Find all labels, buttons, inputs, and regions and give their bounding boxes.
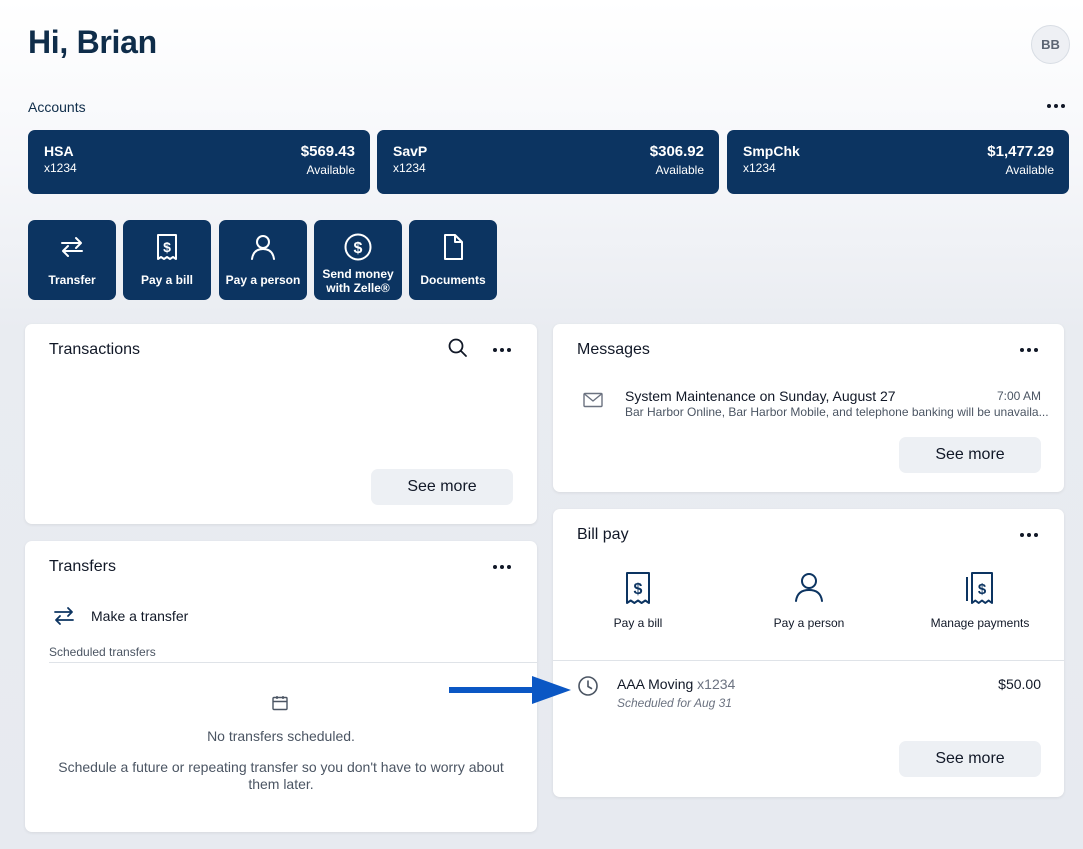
bill-pay-action-pay-person[interactable]: Pay a person (759, 571, 859, 633)
bill-pay-title: Bill pay (577, 526, 629, 543)
transfer-icon (61, 237, 83, 257)
account-balance-label: Available (306, 163, 355, 177)
quick-action-transfer[interactable]: Transfer (28, 220, 116, 300)
accounts-more-icon[interactable] (1047, 104, 1065, 108)
account-card-savp[interactable]: SavP x1234 $306.92 Available (377, 130, 719, 194)
no-transfers-title: No transfers scheduled. (207, 728, 355, 744)
quick-action-zelle[interactable]: $ Send money with Zelle® (314, 220, 402, 300)
bill-pay-see-more-button[interactable]: See more (899, 741, 1041, 777)
no-transfers-body: Schedule a future or repeating transfer … (58, 759, 504, 792)
message-item[interactable]: System Maintenance on Sunday, August 27 … (577, 386, 1049, 422)
greeting-heading: Hi, Brian (28, 24, 157, 60)
account-balance: $306.92 (649, 143, 704, 160)
account-number: x1234 (44, 161, 77, 175)
person-icon (251, 235, 275, 260)
bill-pay-action-manage-payments[interactable]: $ Manage payments (920, 571, 1040, 633)
messages-panel: Messages System Maintenance on Sunday, A… (553, 324, 1064, 492)
account-balance: $569.43 (300, 143, 355, 160)
message-time: 7:00 AM (996, 389, 1041, 403)
account-card-hsa[interactable]: HSA x1234 $569.43 Available (28, 130, 370, 194)
make-transfer-link[interactable]: Make a transfer (49, 603, 299, 629)
account-number: x1234 (393, 161, 426, 175)
person-icon (795, 573, 823, 602)
document-icon (444, 234, 463, 260)
make-transfer-label: Make a transfer (91, 608, 189, 624)
calendar-icon (272, 696, 288, 711)
payment-payee: AAA Moving (617, 676, 694, 692)
bill-pay-more-icon[interactable] (1020, 533, 1038, 537)
account-balance-label: Available (655, 163, 704, 177)
account-balance-label: Available (1005, 163, 1054, 177)
accounts-title: Accounts (28, 99, 86, 115)
svg-text:$: $ (354, 240, 363, 257)
quick-action-pay-bill[interactable]: $ Pay a bill (123, 220, 211, 300)
message-preview: Bar Harbor Online, Bar Harbor Mobile, an… (625, 405, 1049, 419)
divider (49, 662, 537, 663)
annotation-arrow-icon (449, 676, 571, 704)
quick-action-label: Transfer (48, 273, 96, 287)
payment-amount: $50.00 (998, 676, 1041, 692)
transfers-more-icon[interactable] (493, 565, 511, 569)
svg-text:$: $ (978, 581, 987, 598)
payment-status: Scheduled for Aug 31 (617, 696, 732, 710)
messages-title: Messages (577, 341, 650, 358)
payment-account: x1234 (697, 676, 736, 692)
svg-text:$: $ (634, 581, 643, 598)
messages-see-more-button[interactable]: See more (899, 437, 1041, 473)
bill-icon: $ (626, 572, 650, 604)
scheduled-transfers-label: Scheduled transfers (49, 645, 156, 659)
account-number: x1234 (743, 161, 776, 175)
manage-payments-icon: $ (966, 572, 993, 604)
transactions-more-icon[interactable] (493, 348, 511, 352)
bill-pay-panel: Bill pay $ Pay a bill Pay a person $ Man… (553, 509, 1064, 797)
clock-icon (578, 676, 598, 696)
transactions-see-more-button[interactable]: See more (371, 469, 513, 505)
svg-text:$: $ (163, 239, 171, 255)
dollar-circle-icon: $ (344, 233, 372, 261)
account-name: SavP (393, 143, 428, 159)
bill-pay-action-label: Manage payments (930, 616, 1030, 630)
bill-pay-action-label: Pay a bill (613, 616, 663, 630)
account-balance: $1,477.29 (987, 143, 1054, 160)
quick-action-documents[interactable]: Documents (409, 220, 497, 300)
bill-pay-action-label: Pay a person (773, 616, 845, 630)
scheduled-payment-row[interactable]: AAA Moving x1234 Scheduled for Aug 31 $5… (577, 673, 1043, 713)
quick-action-pay-person[interactable]: Pay a person (219, 220, 307, 300)
search-icon[interactable] (448, 338, 468, 358)
bill-pay-action-pay-bill[interactable]: $ Pay a bill (588, 571, 688, 633)
account-name: HSA (44, 143, 74, 159)
account-name: SmpChk (743, 143, 800, 159)
quick-action-label: Send money with Zelle® (322, 267, 394, 295)
transactions-title: Transactions (49, 341, 140, 358)
account-card-smpchk[interactable]: SmpChk x1234 $1,477.29 Available (727, 130, 1069, 194)
user-avatar[interactable]: BB (1031, 25, 1070, 64)
bill-icon: $ (157, 234, 177, 260)
quick-action-label: Pay a bill (140, 273, 194, 287)
quick-action-label: Pay a person (225, 273, 301, 287)
messages-more-icon[interactable] (1020, 348, 1038, 352)
envelope-icon (583, 392, 603, 408)
divider (553, 660, 1064, 661)
message-subject: System Maintenance on Sunday, August 27 (625, 388, 896, 404)
quick-action-label: Documents (420, 273, 486, 287)
transfer-icon (54, 607, 74, 625)
payment-payee-line: AAA Moving x1234 (617, 676, 735, 692)
transactions-panel: Transactions See more (25, 324, 537, 524)
transfers-title: Transfers (49, 558, 116, 575)
